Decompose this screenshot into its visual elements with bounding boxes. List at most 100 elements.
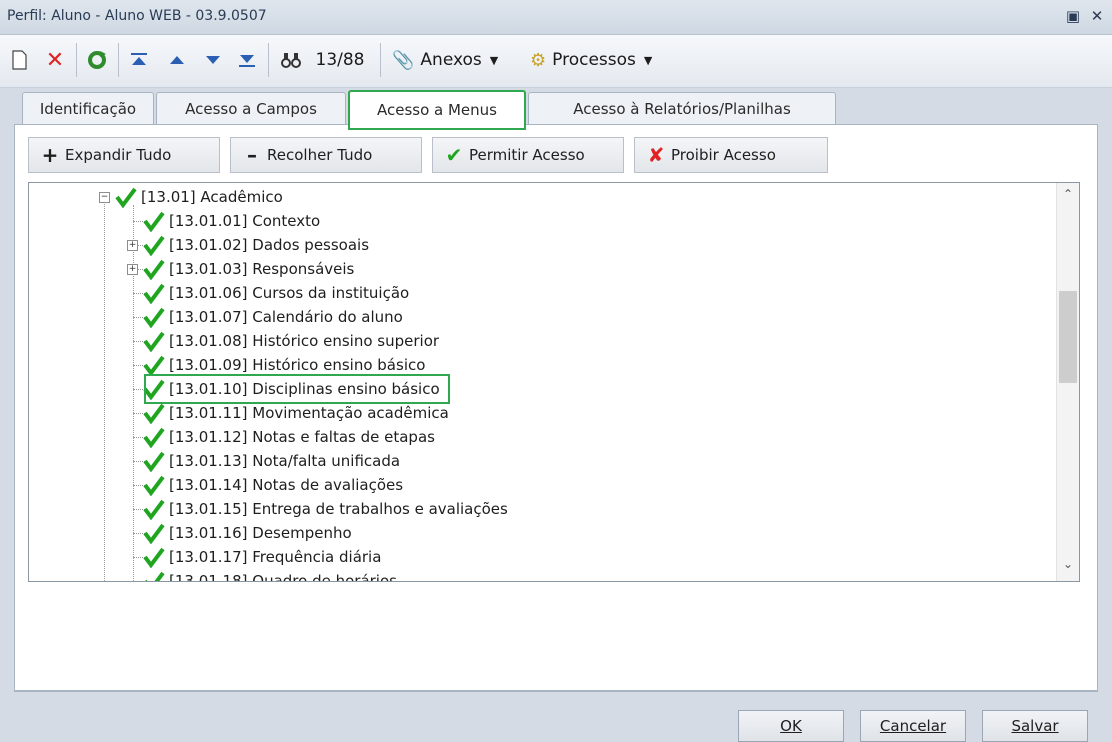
deny-x-icon: ✘ — [647, 143, 665, 167]
scroll-thumb[interactable] — [1059, 291, 1077, 383]
allowed-check-icon — [143, 210, 165, 232]
tree-item[interactable]: + [13.01.03] Responsáveis — [127, 257, 354, 281]
binoculars-icon — [281, 53, 301, 68]
refresh-icon — [88, 51, 106, 69]
tree-item[interactable]: [13.01.18] Quadro de horários — [127, 569, 397, 582]
tree-item[interactable]: [13.01.07] Calendário do aluno — [127, 305, 403, 329]
delete-record-button[interactable]: ✕ — [42, 46, 68, 74]
next-record-icon — [206, 56, 220, 64]
allowed-check-icon — [143, 282, 165, 304]
allowed-check-icon — [143, 426, 165, 448]
allowed-check-icon — [143, 258, 165, 280]
tree-item-label: [13.01.14] Notas de avaliações — [169, 476, 404, 494]
new-document-icon — [12, 50, 27, 70]
tree-item-label: [13.01.18] Quadro de horários — [169, 572, 397, 582]
save-label: Salvar — [1011, 717, 1059, 735]
tree-item[interactable]: [13.01.13] Nota/falta unificada — [127, 449, 400, 473]
window-title-bar: Perfil: Aluno - Aluno WEB - 03.9.0507 ▣ … — [0, 0, 1112, 35]
tree-item-label: [13.01.02] Dados pessoais — [169, 236, 370, 254]
tree-item-label: [13.01.12] Notas e faltas de etapas — [169, 428, 435, 446]
new-record-button[interactable] — [8, 46, 30, 74]
allowed-check-icon — [143, 306, 165, 328]
chevron-down-icon: ▼ — [489, 53, 499, 67]
tree-item[interactable]: [13.01.14] Notas de avaliações — [127, 473, 403, 497]
panel-bottom-border — [14, 690, 1098, 691]
allow-access-label: Permitir Acesso — [469, 146, 585, 164]
tree-item-label: [13.01.17] Frequência diária — [169, 548, 382, 566]
tree-node-academico[interactable]: − [13.01] Acadêmico — [99, 185, 283, 209]
cancel-button[interactable]: Cancelar — [860, 710, 966, 742]
last-record-icon — [239, 55, 255, 67]
tree-item-label: [13.01.01] Contexto — [169, 212, 321, 230]
cancel-label: Cancelar — [879, 717, 947, 735]
tree-item[interactable]: + [13.01.02] Dados pessoais — [127, 233, 369, 257]
last-record-button[interactable] — [234, 46, 260, 74]
tree-item-label: [13.01.07] Calendário do aluno — [169, 308, 403, 326]
tree-item-label: [13.01.08] Histórico ensino superior — [169, 332, 440, 350]
ok-label: OK — [780, 717, 802, 735]
tab-identificacao[interactable]: Identificação — [22, 92, 154, 125]
tree-item[interactable]: [13.01.08] Histórico ensino superior — [127, 329, 439, 353]
deny-access-button[interactable]: ✘ Proibir Acesso — [634, 137, 828, 173]
tab-acesso-relatorios[interactable]: Acesso à Relatórios/Planilhas — [528, 92, 836, 125]
processes-label: Processos — [552, 50, 636, 70]
collapse-node-icon[interactable]: − — [99, 191, 110, 203]
allowed-check-icon — [143, 474, 165, 496]
tab-acesso-menus[interactable]: Acesso a Menus — [348, 90, 526, 130]
tree-item[interactable]: [13.01.17] Frequência diária — [127, 545, 381, 569]
processes-button[interactable]: ⚙ Processos ▼ — [530, 46, 680, 74]
scroll-down-icon[interactable]: ⌄ — [1057, 557, 1079, 577]
allowed-check-icon — [143, 570, 165, 581]
plus-icon: + — [41, 143, 59, 167]
maximize-icon[interactable]: ▣ — [1064, 7, 1082, 25]
first-record-icon — [131, 53, 147, 65]
tree-item[interactable]: [13.01.01] Contexto — [127, 209, 320, 233]
previous-record-icon — [170, 56, 184, 64]
scroll-up-icon[interactable]: ⌃ — [1057, 187, 1079, 207]
refresh-button[interactable] — [84, 46, 110, 74]
paperclip-icon: 📎 — [392, 49, 415, 71]
check-icon: ✔ — [445, 143, 463, 167]
close-window-icon[interactable]: ✕ — [1088, 7, 1106, 25]
delete-icon: ✕ — [45, 47, 65, 73]
tree-item-label: [13.01.03] Responsáveis — [169, 260, 355, 278]
tree-scrollbar[interactable]: ⌃ ⌄ — [1056, 183, 1079, 581]
deny-access-label: Proibir Acesso — [671, 146, 776, 164]
collapse-all-button[interactable]: – Recolher Tudo — [230, 137, 422, 173]
expand-node-icon[interactable]: + — [127, 239, 138, 251]
search-button[interactable] — [278, 46, 304, 74]
tree-item[interactable]: [13.01.16] Desempenho — [127, 521, 352, 545]
save-button[interactable]: Salvar — [982, 710, 1088, 742]
tree-item[interactable]: [13.01.06] Cursos da instituição — [127, 281, 409, 305]
tab-acesso-campos[interactable]: Acesso a Campos — [156, 92, 346, 125]
next-record-button[interactable] — [200, 46, 226, 74]
window-title: Perfil: Aluno - Aluno WEB - 03.9.0507 — [7, 8, 267, 24]
allowed-check-icon — [143, 498, 165, 520]
toolbar: ✕ 13/88 📎 Anexos ▼ ⚙ Processos ▼ — [0, 35, 1112, 88]
selected-item-highlight — [144, 374, 450, 404]
tree-item[interactable]: [13.01.15] Entrega de trabalhos e avalia… — [127, 497, 508, 521]
first-record-button[interactable] — [126, 46, 152, 74]
tree-item[interactable]: [13.01.11] Movimentação acadêmica — [127, 401, 449, 425]
allow-access-button[interactable]: ✔ Permitir Acesso — [432, 137, 624, 173]
allowed-check-icon — [143, 402, 165, 424]
allowed-check-icon — [115, 186, 137, 208]
attachments-button[interactable]: 📎 Anexos ▼ — [392, 46, 522, 74]
expand-node-icon[interactable]: + — [127, 263, 138, 275]
tree-item-label: [13.01.16] Desempenho — [169, 524, 352, 542]
record-counter: 13/88 — [315, 50, 365, 70]
allowed-check-icon — [143, 354, 165, 376]
attachments-label: Anexos — [420, 50, 482, 70]
tree-item[interactable]: [13.01.12] Notas e faltas de etapas — [127, 425, 435, 449]
allowed-check-icon — [143, 330, 165, 352]
allowed-check-icon — [143, 234, 165, 256]
gears-icon: ⚙ — [530, 49, 547, 71]
tree-item-label: [13.01.06] Cursos da instituição — [169, 284, 410, 302]
tree-item-label: [13.01.15] Entrega de trabalhos e avalia… — [169, 500, 508, 518]
previous-record-button[interactable] — [164, 46, 190, 74]
chevron-down-icon: ▼ — [643, 53, 653, 67]
expand-all-button[interactable]: + Expandir Tudo — [28, 137, 220, 173]
tree-item-label: [13.01.09] Histórico ensino básico — [169, 356, 426, 374]
ok-button[interactable]: OK — [738, 710, 844, 742]
minus-icon: – — [247, 143, 257, 167]
